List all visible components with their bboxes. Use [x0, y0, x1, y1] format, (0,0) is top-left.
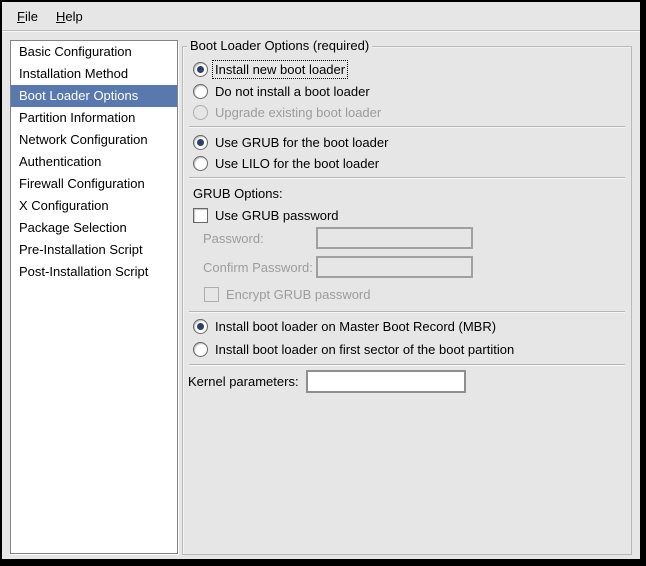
radio-label: Upgrade existing boot loader: [215, 105, 381, 120]
checkbox-use-grub-password[interactable]: Use GRUB password: [193, 205, 339, 225]
radio-button-icon: [193, 62, 208, 77]
radio-label: Do not install a boot loader: [215, 84, 370, 99]
radio-use-grub[interactable]: Use GRUB for the boot loader: [193, 132, 388, 152]
kernel-parameters-input[interactable]: [306, 370, 466, 393]
confirm-password-label: Confirm Password:: [203, 260, 313, 275]
radio-button-icon: [193, 135, 208, 150]
heading-label: GRUB Options:: [193, 186, 283, 201]
sidebar-item-authentication[interactable]: Authentication: [11, 151, 177, 173]
checkbox-icon: [193, 208, 208, 223]
sidebar-item-boot-loader-options[interactable]: Boot Loader Options: [11, 85, 177, 107]
password-label-row: Password:: [203, 228, 264, 248]
boot-loader-options-group: Boot Loader Options (required) Install n…: [182, 46, 632, 555]
sidebar-item-x-configuration[interactable]: X Configuration: [11, 195, 177, 217]
menu-file[interactable]: File: [8, 6, 47, 27]
radio-install-new-boot-loader[interactable]: Install new boot loader: [193, 59, 347, 79]
checkbox-encrypt-grub-password: Encrypt GRUB password: [204, 284, 371, 304]
separator: [189, 311, 625, 313]
confirm-password-input: [316, 256, 473, 278]
sidebar-item-network-configuration[interactable]: Network Configuration: [11, 129, 177, 151]
radio-install-on-first-sector[interactable]: Install boot loader on first sector of t…: [193, 339, 514, 359]
sidebar-item-package-selection[interactable]: Package Selection: [11, 217, 177, 239]
radio-label: Use LILO for the boot loader: [215, 156, 379, 171]
sidebar-item-basic-configuration[interactable]: Basic Configuration: [11, 41, 177, 63]
confirm-password-label-row: Confirm Password:: [203, 257, 313, 277]
radio-upgrade-existing-boot-loader: Upgrade existing boot loader: [193, 102, 381, 122]
sidebar-item-post-installation-script[interactable]: Post-Installation Script: [11, 261, 177, 283]
separator: [189, 177, 625, 179]
password-label: Password:: [203, 231, 264, 246]
separator: [189, 364, 625, 366]
radio-button-icon: [193, 319, 208, 334]
sidebar-item-partition-information[interactable]: Partition Information: [11, 107, 177, 129]
radio-button-icon: [193, 105, 208, 120]
sidebar-item-pre-installation-script[interactable]: Pre-Installation Script: [11, 239, 177, 261]
grub-options-heading: GRUB Options:: [193, 183, 283, 203]
sidebar-item-firewall-configuration[interactable]: Firewall Configuration: [11, 173, 177, 195]
kickstart-configurator-window: File Help Basic Configuration Installati…: [0, 0, 646, 566]
radio-label: Install new boot loader: [213, 61, 347, 78]
group-title: Boot Loader Options (required): [187, 38, 372, 53]
radio-label: Use GRUB for the boot loader: [215, 135, 388, 150]
radio-install-on-mbr[interactable]: Install boot loader on Master Boot Recor…: [193, 316, 496, 336]
radio-button-icon: [193, 84, 208, 99]
radio-button-icon: [193, 342, 208, 357]
radio-do-not-install-boot-loader[interactable]: Do not install a boot loader: [193, 81, 370, 101]
radio-button-icon: [193, 156, 208, 171]
category-list: Basic Configuration Installation Method …: [10, 40, 178, 554]
checkbox-label: Use GRUB password: [215, 208, 339, 223]
menubar: File Help: [2, 2, 640, 31]
password-input: [316, 227, 473, 249]
kernel-parameters-label-row: Kernel parameters:: [188, 371, 299, 391]
radio-label: Install boot loader on Master Boot Recor…: [215, 319, 496, 334]
checkbox-label: Encrypt GRUB password: [226, 287, 371, 302]
menu-help[interactable]: Help: [47, 6, 92, 27]
checkbox-icon: [204, 287, 219, 302]
sidebar-item-installation-method[interactable]: Installation Method: [11, 63, 177, 85]
radio-use-lilo[interactable]: Use LILO for the boot loader: [193, 153, 379, 173]
separator: [189, 126, 625, 128]
radio-label: Install boot loader on first sector of t…: [215, 342, 514, 357]
kernel-parameters-label: Kernel parameters:: [188, 374, 299, 389]
